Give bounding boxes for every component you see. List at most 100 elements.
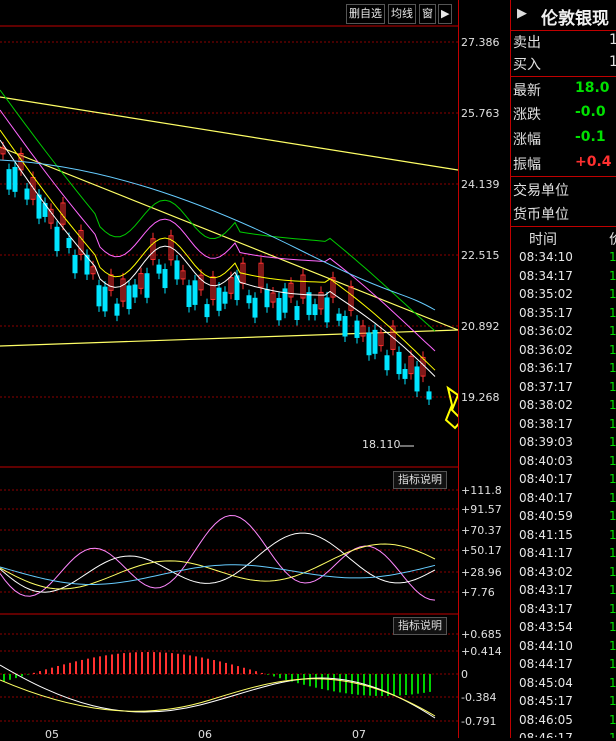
divider (511, 176, 616, 177)
x-label-06: 06 (198, 728, 212, 741)
tick-row: 08:39:03 1 (511, 433, 616, 451)
tick-price: 1 (609, 416, 616, 431)
candle-body (222, 291, 228, 304)
trendline (0, 329, 458, 347)
tick-time: 08:40:03 (519, 453, 573, 468)
tick-row: 08:43:54 1 (511, 618, 616, 636)
tick-time: 08:43:02 (519, 564, 573, 579)
tick-time: 08:41:15 (519, 527, 573, 542)
quote-value: +0.4 (575, 154, 612, 170)
tick-time: 08:39:03 (519, 435, 573, 449)
tick-time: 08:36:02 (519, 324, 573, 338)
axis-label: 19.268 (461, 391, 500, 404)
tick-row: 08:40:03 1 (511, 452, 616, 470)
play-icon[interactable]: ▶ (438, 4, 453, 24)
candle-body (132, 284, 138, 298)
candle-body (66, 238, 72, 249)
quote-header: ▶ 伦敦银现 (511, 0, 616, 31)
quote-row: 涨跌 -0.0 (511, 102, 616, 125)
play-icon[interactable]: ▶ (517, 6, 527, 21)
tick-row: 08:41:17 1 (511, 544, 616, 562)
tick-time: 08:46:17 (519, 731, 573, 738)
quote-row: 买入 1 (511, 52, 616, 75)
tick-price: 1 (609, 546, 616, 560)
kline-chart[interactable] (0, 0, 458, 738)
tick-header: 时间 价 (511, 226, 616, 249)
tick-price: 1 (609, 453, 616, 468)
tick-time: 08:43:17 (519, 601, 573, 616)
tick-row: 08:41:15 1 (511, 526, 616, 544)
quote-row: 货币单位 (511, 202, 616, 225)
quote-label: 交易单位 (513, 183, 569, 199)
candle-body (366, 332, 372, 356)
tick-price: 1 (609, 342, 616, 357)
candle-body (96, 285, 102, 307)
candle-body (306, 292, 312, 315)
tick-time: 08:44:17 (519, 657, 573, 671)
divider (511, 76, 616, 77)
indicator1-help-button[interactable]: 指标说明 (393, 471, 447, 489)
tick-price: 1 (609, 675, 616, 690)
x-label-07: 07 (352, 728, 366, 741)
tick-time: 08:38:17 (519, 416, 573, 431)
min-price-label: 18.110 (362, 438, 401, 451)
ind1-axis-label: +111.8 (461, 484, 502, 497)
candle-body (156, 264, 162, 274)
quote-row: 振幅 +0.4 (511, 152, 616, 175)
chart-area[interactable]: 删自选 均线 窗 ▶ 指标说明 指标说明 18.110 05 06 07 (0, 0, 458, 741)
tick-row: 08:46:05 1 (511, 711, 616, 729)
candle-body (126, 285, 132, 310)
tick-price: 1 (609, 583, 616, 597)
tick-price: 1 (609, 361, 616, 375)
tick-row: 08:36:17 1 (511, 359, 616, 377)
candle-body (174, 260, 180, 280)
candle-body (372, 329, 378, 354)
quote-value: 1 (609, 54, 616, 70)
tick-row: 08:37:17 1 (511, 378, 616, 396)
ind1-axis-label: +7.76 (461, 586, 495, 599)
quote-value: 18.0 (575, 80, 610, 96)
tick-time: 08:40:17 (519, 490, 573, 505)
tick-row: 08:45:17 1 (511, 692, 616, 710)
tick-time: 08:44:10 (519, 638, 573, 653)
ma-button[interactable]: 均线 (388, 4, 416, 24)
tick-price: 1 (609, 287, 616, 301)
candle-body (102, 286, 108, 312)
quote-value: -0.1 (575, 129, 606, 145)
tick-price: 1 (609, 620, 616, 634)
axis-label: 22.515 (461, 249, 500, 262)
tick-time: 08:36:02 (519, 342, 573, 357)
tick-price: 1 (609, 305, 616, 320)
quote-label: 振幅 (513, 157, 541, 173)
tick-time: 08:45:04 (519, 675, 573, 690)
indicator2-help-button[interactable]: 指标说明 (393, 617, 447, 635)
delete-favorite-button[interactable]: 删自选 (346, 4, 385, 24)
tick-price: 1 (609, 268, 616, 283)
trendline (0, 96, 458, 171)
indicator-line (0, 532, 436, 593)
axis-label: 27.386 (461, 36, 500, 49)
quote-value: 1 (609, 32, 616, 48)
ind1-axis-label: +50.17 (461, 544, 502, 557)
tick-row: 08:36:02 1 (511, 341, 616, 359)
tick-time: 08:34:17 (519, 268, 573, 283)
tick-row: 08:36:02 1 (511, 322, 616, 340)
tick-row: 08:38:02 1 (511, 396, 616, 414)
window-button[interactable]: 窗 (419, 4, 436, 24)
candle-body (252, 297, 258, 318)
tick-price: 1 (609, 712, 616, 727)
candle-body (114, 303, 120, 316)
tick-price: 1 (609, 601, 616, 616)
tick-price: 1 (609, 657, 616, 671)
price-column-header: 价 (609, 229, 616, 249)
quote-label: 卖出 (513, 35, 541, 51)
tick-price: 1 (609, 472, 616, 486)
tick-price: 1 (609, 398, 616, 412)
tick-time: 08:40:17 (519, 472, 573, 486)
tick-time: 08:40:59 (519, 509, 573, 523)
candle-body (276, 298, 282, 321)
candle-body (54, 226, 60, 252)
candle-body (72, 254, 78, 274)
tick-time: 08:41:17 (519, 546, 573, 560)
candle-body (186, 285, 192, 308)
